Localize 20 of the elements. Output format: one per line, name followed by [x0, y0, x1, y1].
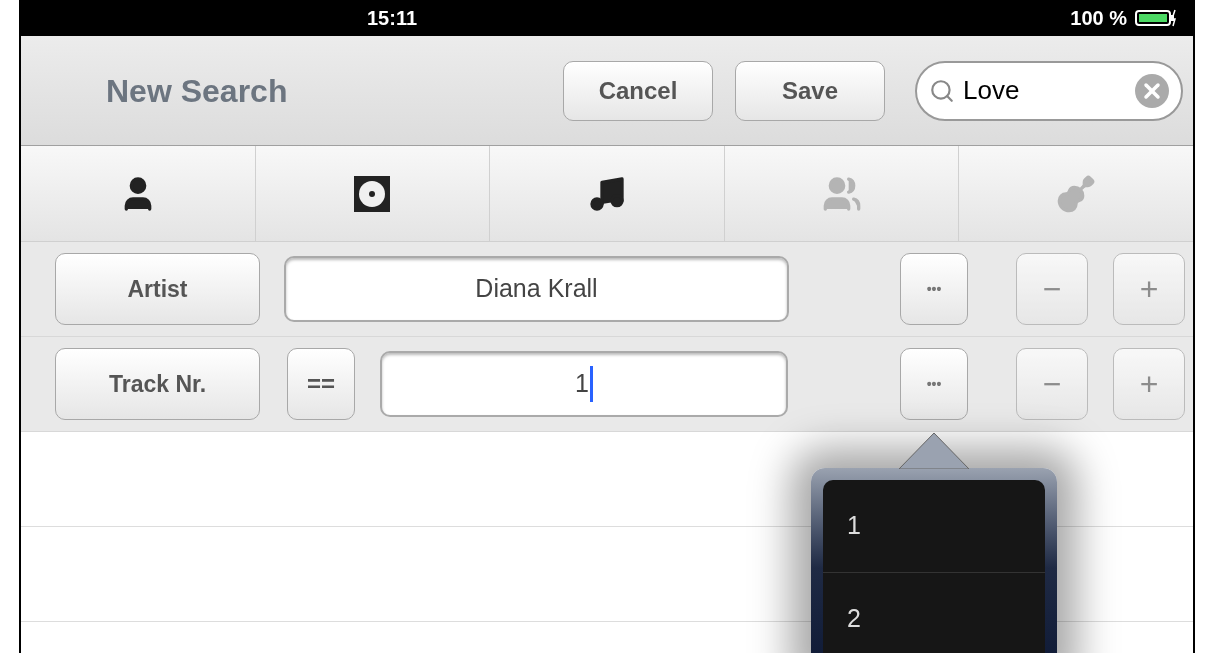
- value-field[interactable]: 1: [380, 351, 788, 417]
- header-button[interactable]: Save: [735, 60, 885, 121]
- status-time: 15:11: [367, 6, 418, 31]
- field-button[interactable]: Track Nr.: [55, 348, 260, 420]
- header-title: New Search: [106, 71, 288, 111]
- field-button[interactable]: Artist: [55, 253, 260, 325]
- value-field[interactable]: Diana Krall: [284, 256, 789, 322]
- popover-arrow: [899, 432, 969, 469]
- header-button[interactable]: Cancel: [563, 60, 713, 121]
- operator-button[interactable]: ==: [287, 348, 355, 420]
- more-button[interactable]: •••: [900, 253, 968, 325]
- search-icon: [929, 77, 955, 104]
- guitar-icon: [1056, 173, 1097, 214]
- search-value: Love: [963, 74, 1020, 107]
- battery-icon: [1135, 9, 1177, 27]
- popover-item[interactable]: 2: [823, 573, 1045, 653]
- more-button[interactable]: •••: [900, 348, 968, 420]
- battery-percent: 100 %: [1070, 6, 1127, 31]
- search-field[interactable]: Love: [915, 60, 1183, 121]
- popover-item[interactable]: 1: [823, 480, 1045, 573]
